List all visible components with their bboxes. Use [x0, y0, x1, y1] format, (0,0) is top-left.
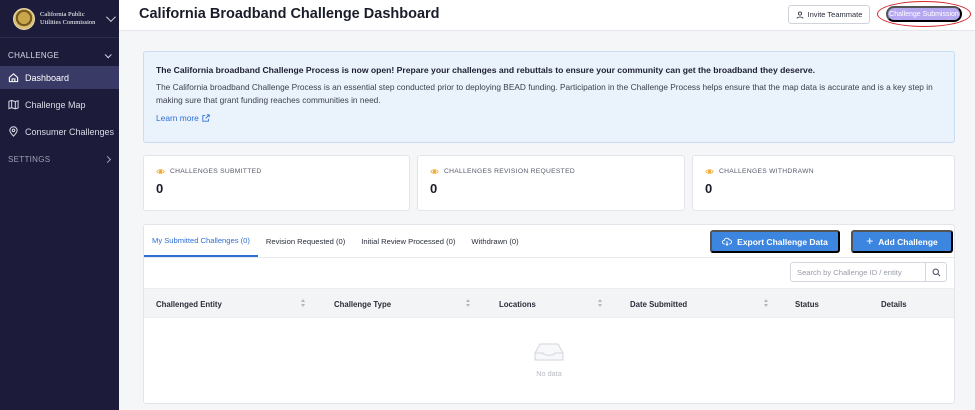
sidebar: California Public Utilities Commission C… [0, 0, 119, 410]
highlight-annotation-ring [877, 1, 971, 27]
brand[interactable]: California Public Utilities Commission [0, 0, 119, 38]
add-challenge-button[interactable]: + Add Challenge [851, 230, 953, 253]
empty-inbox-icon [534, 343, 564, 361]
location-pin-icon [9, 126, 18, 137]
tab-initial-review-processed[interactable]: Initial Review Processed (0) [353, 225, 463, 257]
eye-icon [156, 169, 165, 174]
table-header: Challenged Entity Challenge Type Locatio… [144, 288, 954, 318]
column-header-status: Status [795, 299, 819, 309]
stat-label-text: CHALLENGES SUBMITTED [170, 168, 262, 175]
stat-label: CHALLENGES WITHDRAWN [705, 168, 942, 175]
stat-value: 0 [156, 181, 164, 196]
stat-card-submitted: CHALLENGES SUBMITTED 0 [143, 155, 410, 211]
export-label: Export Challenge Data [737, 236, 828, 247]
search-input[interactable] [791, 263, 925, 281]
column-header-challenge-type[interactable]: Challenge Type [334, 289, 391, 319]
empty-state-text: No data [536, 369, 562, 378]
banner-body: The California broadband Challenge Proce… [156, 82, 933, 105]
invite-teammate-label: Invite Teammate [807, 10, 863, 19]
cloud-download-icon [722, 237, 733, 246]
sort-icon[interactable] [598, 299, 603, 308]
stat-label: CHALLENGES REVISION REQUESTED [430, 168, 672, 175]
sidebar-section-challenge[interactable]: CHALLENGE [0, 44, 119, 66]
sort-icon[interactable] [301, 299, 306, 308]
home-icon [8, 73, 19, 83]
sidebar-section-label: CHALLENGE [8, 50, 60, 60]
search-icon [932, 268, 940, 276]
search-box [790, 262, 947, 282]
sort-icon[interactable] [764, 299, 769, 308]
column-header-challenged-entity[interactable]: Challenged Entity [156, 289, 222, 319]
plus-icon: + [866, 234, 874, 248]
divider [144, 257, 954, 258]
sort-icon[interactable] [466, 299, 471, 308]
stat-label-text: CHALLENGES REVISION REQUESTED [444, 168, 575, 175]
column-header-locations[interactable]: Locations [499, 289, 536, 319]
learn-more-link[interactable]: Learn more [156, 113, 210, 123]
eye-icon [705, 169, 714, 174]
stat-value: 0 [430, 181, 438, 196]
map-icon [8, 99, 19, 110]
stat-card-withdrawn: CHALLENGES WITHDRAWN 0 [692, 155, 955, 211]
stat-card-revision-requested: CHALLENGES REVISION REQUESTED 0 [417, 155, 685, 211]
sidebar-item-consumer-challenges[interactable]: Consumer Challenges [0, 120, 119, 143]
tab-my-submitted-challenges[interactable]: My Submitted Challenges (0) [144, 225, 258, 257]
page-title: California Broadband Challenge Dashboard [139, 6, 440, 22]
stat-value: 0 [705, 181, 713, 196]
sidebar-section-label: SETTINGS [8, 154, 51, 164]
tab-bar: My Submitted Challenges (0) Revision Req… [144, 225, 527, 257]
top-header: California Broadband Challenge Dashboard… [119, 0, 975, 31]
column-header-details: Details [881, 299, 907, 309]
stat-label: CHALLENGES SUBMITTED [156, 168, 397, 175]
learn-more-label: Learn more [156, 113, 199, 124]
challenges-panel: My Submitted Challenges (0) Revision Req… [143, 224, 955, 404]
chevron-right-icon [103, 155, 112, 163]
search-button[interactable] [925, 263, 946, 281]
tab-withdrawn[interactable]: Withdrawn (0) [463, 225, 526, 257]
empty-state: No data [519, 340, 579, 378]
user-icon [796, 11, 803, 19]
invite-teammate-button[interactable]: Invite Teammate [788, 5, 870, 24]
sidebar-item-label: Dashboard [25, 72, 70, 83]
column-header-date-submitted[interactable]: Date Submitted [630, 289, 687, 319]
sidebar-item-challenge-map[interactable]: Challenge Map [0, 93, 119, 116]
chevron-down-icon [104, 50, 112, 58]
sidebar-section-settings[interactable]: SETTINGS [0, 148, 119, 170]
banner-title: The California broadband Challenge Proce… [156, 65, 816, 75]
info-banner: The California broadband Challenge Proce… [143, 51, 955, 143]
stat-label-text: CHALLENGES WITHDRAWN [719, 168, 814, 175]
eye-icon [430, 169, 439, 174]
tab-revision-requested[interactable]: Revision Requested (0) [258, 225, 353, 257]
export-challenge-data-button[interactable]: Export Challenge Data [710, 230, 840, 253]
chevron-down-icon[interactable] [105, 12, 116, 23]
state-seal-logo [13, 7, 35, 30]
brand-name: California Public Utilities Commission [40, 11, 96, 26]
sidebar-item-dashboard[interactable]: Dashboard [0, 66, 119, 89]
add-challenge-label: Add Challenge [878, 236, 938, 247]
sidebar-item-label: Challenge Map [25, 99, 86, 110]
external-link-icon [202, 114, 210, 122]
sidebar-item-label: Consumer Challenges [25, 126, 115, 137]
